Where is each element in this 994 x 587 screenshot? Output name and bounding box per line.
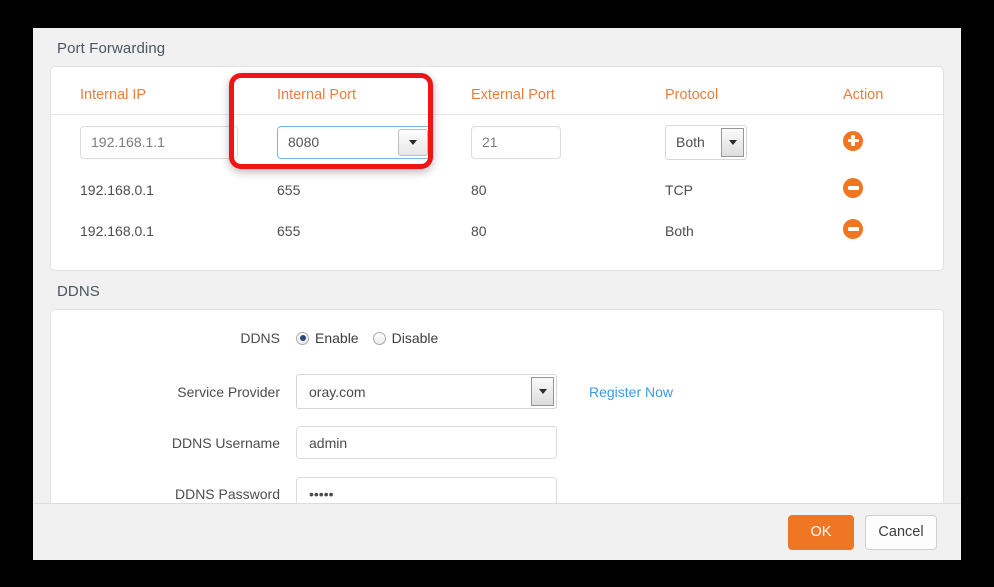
internal-port-dropdown-button[interactable] [398, 128, 428, 156]
table-row: 192.168.0.1 655 80 Both [51, 210, 943, 251]
screen: Port Forwarding Internal IP Internal Por… [0, 0, 994, 587]
cell-internal-port: 655 [277, 222, 301, 239]
service-provider-dropdown-button[interactable] [531, 377, 554, 406]
ddns-disable-label: Disable [391, 330, 439, 346]
external-port-input[interactable] [471, 125, 561, 159]
dialog-body: Port Forwarding Internal IP Internal Por… [33, 28, 961, 503]
add-icon[interactable] [843, 130, 863, 151]
table-header: Internal IP Internal Port External Port … [51, 67, 943, 115]
internal-ip-input[interactable] [80, 125, 238, 159]
table-header-row: Internal IP Internal Port External Port … [51, 67, 943, 115]
port-forwarding-section-title: Port Forwarding [57, 40, 166, 57]
table-body: 8080 Both [51, 115, 943, 252]
new-entry-row: 8080 Both [51, 115, 943, 170]
ddns-enable-option[interactable]: Enable [296, 330, 359, 346]
ok-button[interactable]: OK [788, 514, 854, 550]
port-forwarding-table: Internal IP Internal Port External Port … [51, 67, 943, 251]
service-provider-label: Service Provider [177, 383, 280, 400]
internal-port-value: 8080 [288, 134, 320, 150]
service-provider-value: oray.com [309, 383, 366, 400]
ddns-section-title: DDNS [57, 283, 100, 300]
chevron-down-icon [409, 139, 417, 145]
dialog-footer: OK Cancel [33, 503, 961, 560]
ddns-username-row: DDNS Username [51, 417, 943, 468]
remove-icon-bar [847, 227, 859, 231]
ddns-username-label: DDNS Username [171, 434, 280, 451]
column-header-internal-ip: Internal IP [51, 67, 277, 115]
cell-external-port: 80 [471, 181, 487, 198]
remove-icon[interactable] [843, 219, 863, 239]
remove-icon[interactable] [843, 178, 863, 198]
cell-internal-ip: 192.168.0.1 [80, 222, 154, 239]
column-header-protocol: Protocol [665, 67, 843, 115]
cell-action-add [843, 115, 943, 170]
settings-dialog: Port Forwarding Internal IP Internal Por… [33, 28, 961, 560]
ddns-disable-option[interactable]: Disable [372, 330, 439, 346]
chevron-down-icon [538, 389, 547, 394]
cell-action-remove [843, 210, 943, 251]
protocol-dropdown-button[interactable] [721, 127, 744, 157]
ddns-enable-label: Enable [315, 330, 359, 346]
cancel-button[interactable]: Cancel [865, 514, 937, 550]
ddns-label: DDNS [240, 330, 280, 346]
column-header-action: Action [843, 67, 943, 115]
add-icon-bar-v [851, 135, 855, 146]
ddns-panel: DDNS Enable Disable Service Provider ora… [50, 309, 944, 503]
column-header-external-port: External Port [471, 67, 665, 115]
service-provider-row: Service Provider oray.com Register Now [51, 366, 943, 417]
cell-internal-port-input: 8080 [277, 115, 471, 170]
cell-internal-ip-input [51, 115, 277, 170]
remove-icon-bar [847, 186, 859, 190]
cell-protocol: TCP [665, 181, 693, 198]
cell-action-remove [843, 169, 943, 210]
cell-protocol-select: Both [665, 115, 843, 170]
cell-protocol: Both [665, 222, 694, 239]
cell-external-port-input [471, 115, 665, 170]
ddns-password-row: DDNS Password [51, 468, 943, 503]
cell-external-port: 80 [471, 222, 487, 239]
ddns-password-input[interactable] [296, 477, 557, 503]
cell-internal-ip: 192.168.0.1 [80, 181, 154, 198]
column-header-internal-port: Internal Port [277, 67, 471, 115]
cell-internal-port: 655 [277, 181, 301, 198]
protocol-select[interactable]: Both [665, 124, 747, 160]
table-row: 192.168.0.1 655 80 TCP [51, 169, 943, 210]
ddns-enable-row: DDNS Enable Disable [51, 310, 943, 366]
register-now-link[interactable]: Register Now [589, 384, 673, 400]
radio-disable-icon[interactable] [372, 331, 386, 345]
internal-port-combo[interactable]: 8080 [277, 125, 432, 159]
radio-enable-icon[interactable] [296, 331, 309, 345]
port-forwarding-panel: Internal IP Internal Port External Port … [50, 66, 944, 271]
chevron-down-icon [728, 139, 737, 145]
ddns-radio-group: Enable Disable [296, 330, 438, 346]
ddns-username-input[interactable] [296, 426, 557, 459]
service-provider-select[interactable]: oray.com [296, 374, 557, 409]
ddns-password-label: DDNS Password [174, 485, 280, 502]
protocol-value: Both [676, 134, 705, 150]
